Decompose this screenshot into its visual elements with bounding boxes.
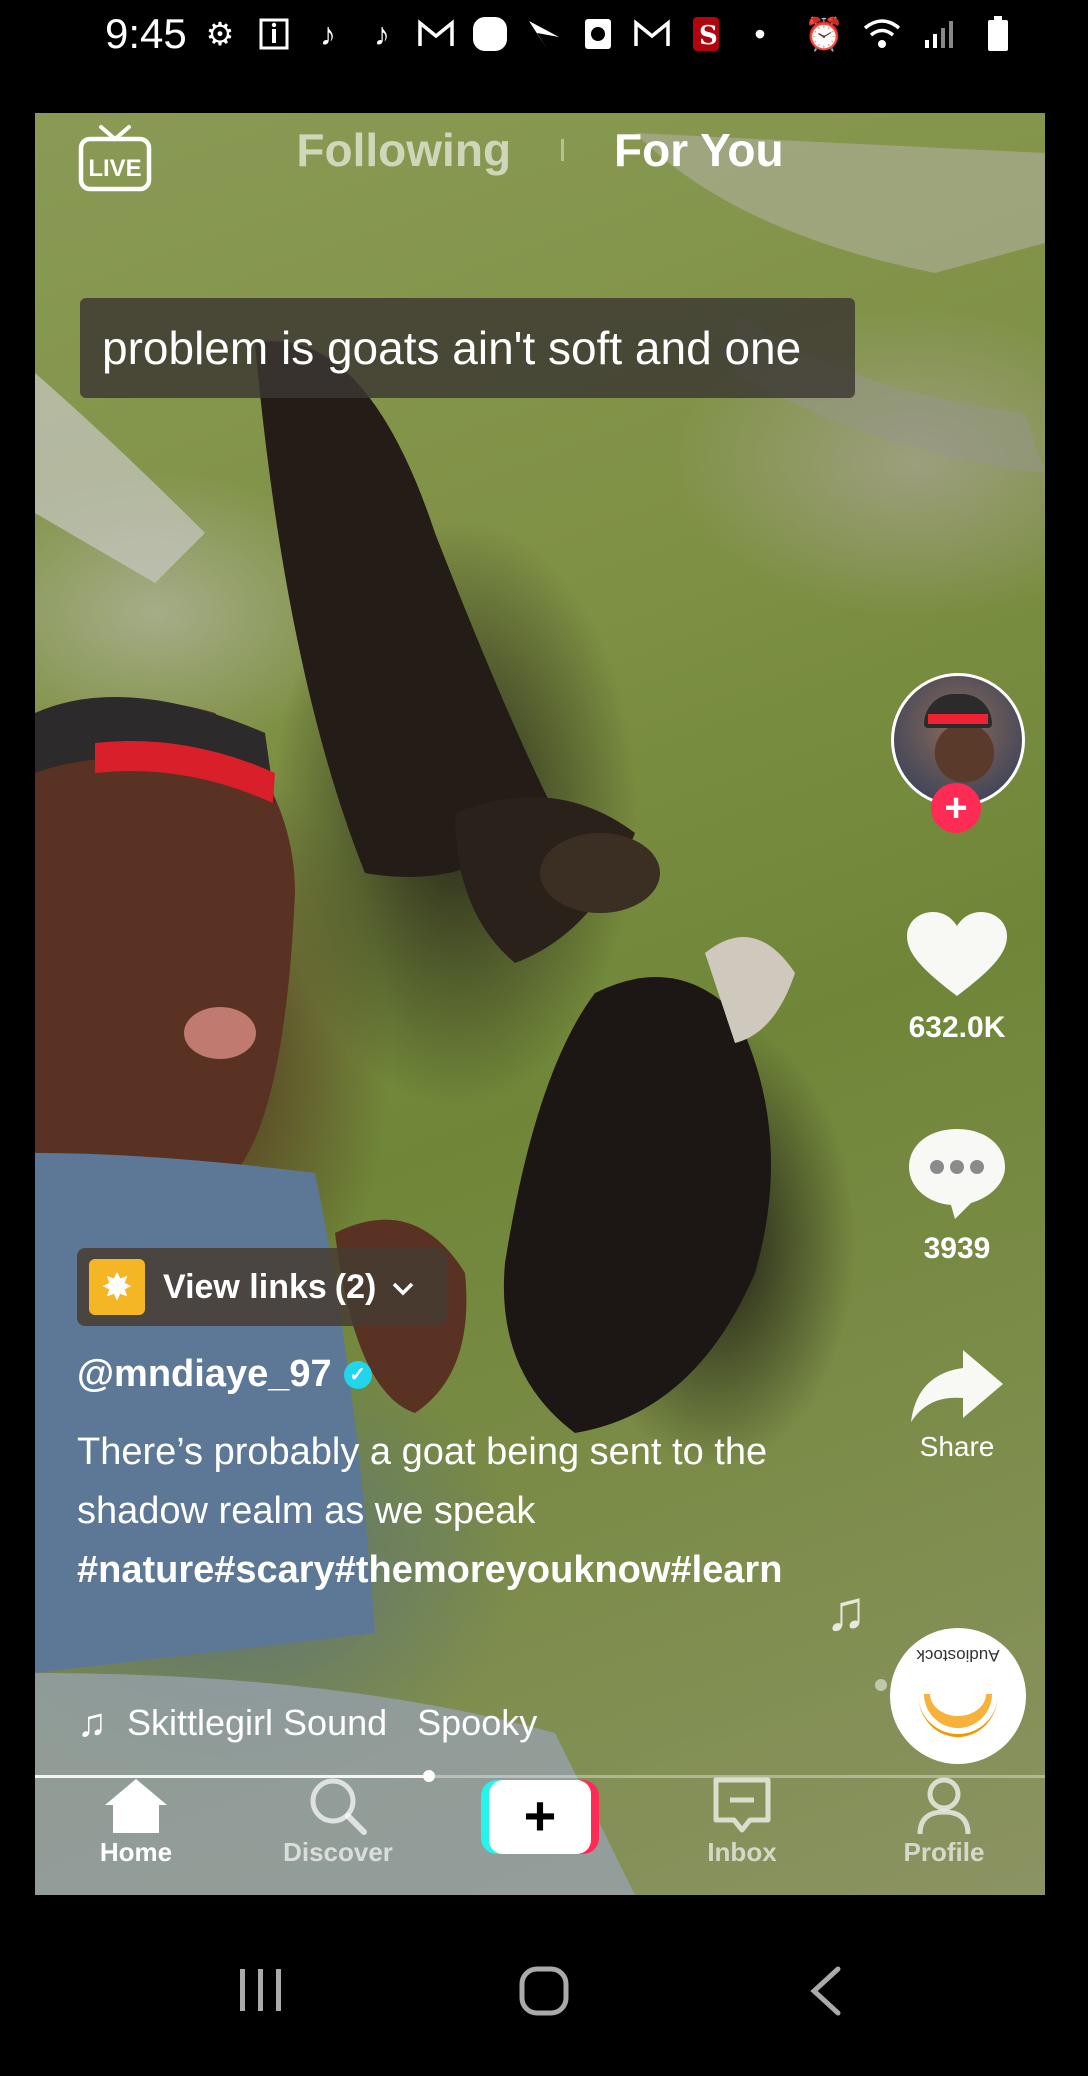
svg-text:S: S (699, 21, 718, 51)
tab-following[interactable]: Following (296, 123, 511, 177)
description-hashtags[interactable]: #nature#scary#themoreyouknow#learn (77, 1549, 782, 1591)
recent-apps-button[interactable] (236, 1965, 286, 2020)
music-note-icon: ♫ (77, 1700, 107, 1745)
video-description[interactable]: There’s probably a goat being sent to th… (77, 1423, 797, 1600)
stanford-icon: S (686, 14, 726, 54)
gmail-icon (632, 14, 672, 54)
share-label: Share (919, 1431, 995, 1462)
profile-icon (854, 1775, 1034, 1837)
sound-ticker[interactable]: ♫ Skittlegirl Sound Spooky (77, 1693, 617, 1753)
app-icon (470, 14, 510, 54)
heart-icon (907, 912, 1007, 996)
nav-inbox[interactable]: Inbox (652, 1775, 832, 1868)
wifi-icon (862, 14, 902, 54)
home-icon (46, 1775, 226, 1837)
creator-username[interactable]: @mndiaye_97 ✓ (77, 1353, 372, 1396)
gmail-icon (416, 14, 456, 54)
video-player[interactable]: LIVE Following For You problem is goats … (35, 113, 1045, 1895)
audiostock-logo: Audiostock (892, 1630, 1024, 1762)
share-button[interactable]: Share (887, 1346, 1027, 1463)
nav-profile[interactable]: Profile (854, 1775, 1034, 1868)
signal-icon (920, 14, 960, 54)
like-button[interactable]: 632.0K (887, 910, 1027, 1045)
settings-icon: ⚙ (205, 16, 235, 52)
nav-create[interactable]: + (450, 1775, 630, 1854)
sound-text: Skittlegirl Sound Spooky (127, 1702, 538, 1743)
photo-icon (578, 14, 618, 54)
nav-profile-label: Profile (903, 1837, 985, 1867)
system-icons: ⏰ (804, 14, 1018, 54)
tiktok-icon: ♪ (374, 15, 390, 52)
sprint-icon (524, 14, 564, 54)
caption-text: problem is goats ain't soft and one (102, 322, 802, 374)
search-icon (248, 1775, 428, 1837)
username-text: @mndiaye_97 (77, 1353, 332, 1395)
recent-apps-icon (240, 1969, 281, 2011)
avatar-band (928, 714, 988, 724)
chevron-down-icon (392, 1272, 414, 1303)
home-system-button[interactable] (518, 1965, 570, 2022)
nav-inbox-label: Inbox (707, 1837, 777, 1867)
inbox-icon (652, 1775, 832, 1837)
status-time: 9:45 (105, 10, 187, 57)
music-disc[interactable]: Audiostock (890, 1628, 1026, 1764)
feed-tabs: Following For You (35, 123, 1045, 177)
back-button[interactable] (806, 1965, 846, 2022)
view-links-button[interactable]: ✸ View links (2) (77, 1248, 447, 1326)
nav-discover-label: Discover (283, 1837, 393, 1867)
like-count: 632.0K (908, 1011, 1006, 1044)
info-icon (254, 14, 294, 54)
comment-count: 3939 (923, 1232, 991, 1265)
music-note-icon: ♫ (825, 1579, 867, 1642)
plus-icon: + (489, 1780, 591, 1854)
music-note-dot (875, 1679, 887, 1691)
status-bar: 9:45 ⚙ ♪ ♪ S • ⏰ (0, 0, 1088, 70)
description-text: There’s probably a goat being sent to th… (77, 1431, 768, 1532)
sparkle-link-icon: ✸ (89, 1259, 145, 1315)
nav-home[interactable]: Home (46, 1775, 226, 1868)
view-links-label: View links (163, 1267, 327, 1306)
back-chevron-icon (810, 1966, 841, 2016)
alarm-icon: ⏰ (804, 16, 844, 52)
svg-text:Audiostock: Audiostock (916, 1646, 1000, 1665)
tiktok-icon: ♪ (320, 15, 336, 52)
follow-plus-button[interactable]: + (931, 783, 981, 833)
create-button[interactable]: + (481, 1780, 599, 1854)
share-arrow-icon (911, 1350, 1003, 1422)
comment-button[interactable]: 3939 (887, 1125, 1027, 1266)
home-circle-icon (519, 1966, 569, 2016)
nav-home-label: Home (99, 1837, 173, 1867)
comment-icon (909, 1129, 1005, 1219)
android-nav-bar (0, 1895, 1088, 2076)
view-links-count: (2) (334, 1267, 377, 1306)
bottom-nav: Home Discover + Inbox Profile (35, 1775, 1045, 1895)
notification-icons: ⚙ ♪ ♪ S • (200, 14, 780, 54)
verified-badge-icon: ✓ (343, 1360, 372, 1389)
battery-icon (978, 14, 1018, 54)
dot-icon: • (754, 15, 766, 52)
video-caption: problem is goats ain't soft and one (80, 298, 855, 398)
tab-for-you[interactable]: For You (614, 123, 784, 177)
tab-divider (561, 139, 565, 161)
nav-discover[interactable]: Discover (248, 1775, 428, 1868)
